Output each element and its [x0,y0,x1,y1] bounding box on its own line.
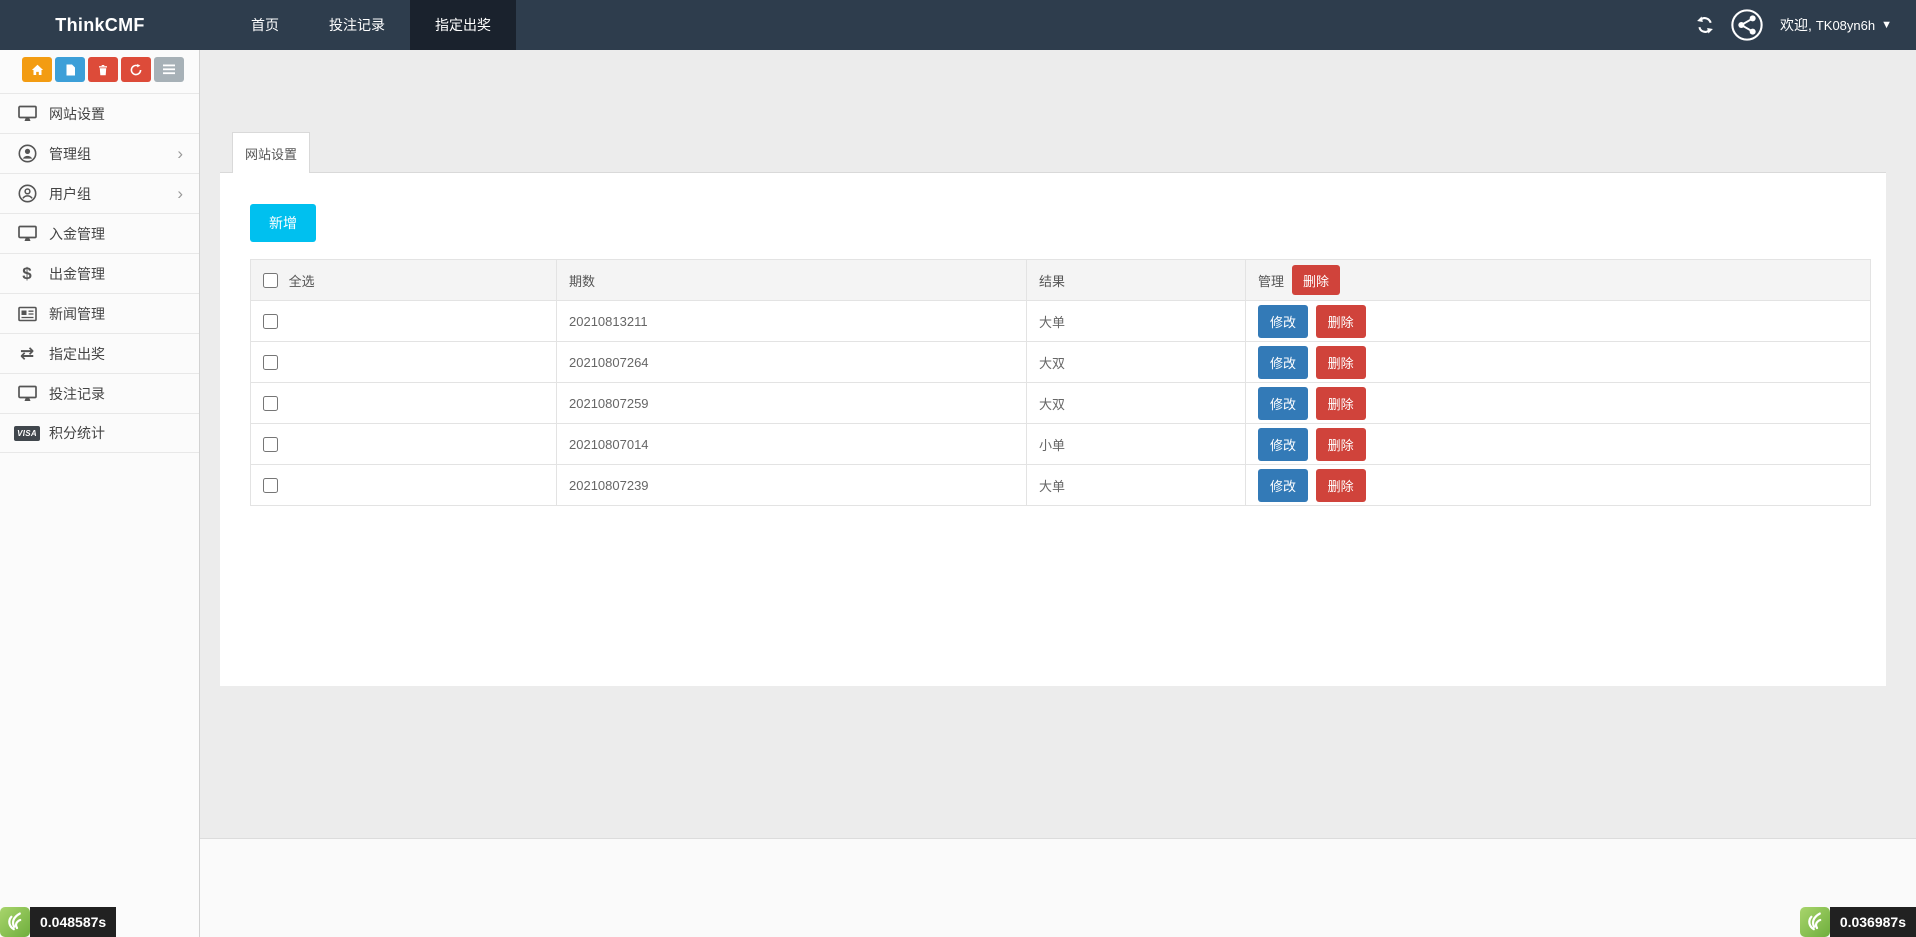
top-nav: 首页 投注记录 指定出奖 [226,0,516,50]
result-header: 结果 [1027,260,1246,301]
edit-button[interactable]: 修改 [1258,428,1308,461]
monitor-icon [16,385,38,402]
trash-button[interactable] [88,57,118,82]
top-navbar: ThinkCMF 首页 投注记录 指定出奖 欢迎, [0,0,1916,50]
thinkphp-logo-icon [0,907,30,937]
edit-button[interactable]: 修改 [1258,346,1308,379]
visa-icon: VISA [16,426,38,441]
sidebar-toolbar [22,57,199,82]
thinkphp-logo-icon [1800,907,1830,937]
table-row: 20210807259 大双 修改 删除 [251,383,1871,424]
results-table: 全选 期数 结果 管理 删除 20210813211 大单 [250,259,1871,506]
period-cell: 20210807014 [557,424,1027,465]
sidebar-item-bet-records[interactable]: 投注记录 [0,373,199,413]
avatar-icon[interactable] [1730,8,1764,42]
dollar-icon: $ [16,264,38,284]
user-group-icon [16,184,38,203]
edit-button[interactable]: 修改 [1258,387,1308,420]
bulk-delete-button[interactable]: 删除 [1292,265,1340,295]
sidebar-menu: 网站设置 管理组 › 用户组 › 入金管理 $ 出金管理 [0,93,199,453]
result-cell: 小单 [1027,424,1246,465]
welcome-text: 欢迎, [1780,15,1812,35]
sidebar-item-points-statistics[interactable]: VISA 积分统计 [0,413,199,453]
nav-item-assign-lottery[interactable]: 指定出奖 [410,0,516,50]
username: TK08yn6h [1816,18,1875,33]
sidebar-item-admin-group[interactable]: 管理组 › [0,133,199,173]
nav-item-home[interactable]: 首页 [226,0,304,50]
load-time-value: 0.036987s [1830,907,1916,937]
content-panel: 新增 全选 期数 结果 管理 删除 [220,172,1886,686]
footer [200,838,1916,937]
page-load-time-left: 0.048587s [0,907,116,937]
row-checkbox[interactable] [263,437,278,452]
admin-group-icon [16,144,38,163]
user-menu[interactable]: 欢迎, TK08yn6h ▼ [1780,15,1892,35]
recycle-button[interactable] [121,57,151,82]
manage-header-label: 管理 [1258,271,1284,290]
list-icon [163,64,175,75]
period-cell: 20210807264 [557,342,1027,383]
recycle-icon [130,64,142,76]
home-button[interactable] [22,57,52,82]
edit-button[interactable]: 修改 [1258,305,1308,338]
delete-button[interactable]: 删除 [1316,469,1366,502]
delete-button[interactable]: 删除 [1316,305,1366,338]
caret-down-icon: ▼ [1881,19,1892,31]
sidebar-item-assign-lottery[interactable]: ⇄ 指定出奖 [0,333,199,373]
row-checkbox[interactable] [263,396,278,411]
period-cell: 20210807239 [557,465,1027,506]
table-header-row: 全选 期数 结果 管理 删除 [251,260,1871,301]
content-area: 网站设置 新增 全选 期数 结果 管理 删除 [200,50,1916,838]
newspaper-icon [16,306,38,322]
table-row: 20210807239 大单 修改 删除 [251,465,1871,506]
refresh-icon[interactable] [1696,16,1714,34]
list-button[interactable] [154,57,184,82]
exchange-icon: ⇄ [16,344,38,364]
monitor-icon [16,105,38,122]
result-cell: 大双 [1027,383,1246,424]
sidebar-item-withdrawal-management[interactable]: $ 出金管理 [0,253,199,293]
table-row: 20210813211 大单 修改 删除 [251,301,1871,342]
page-load-time-right: 0.036987s [1800,907,1916,937]
chevron-right-icon: › [177,185,183,202]
delete-button[interactable]: 删除 [1316,387,1366,420]
result-cell: 大单 [1027,301,1246,342]
tab-site-settings[interactable]: 网站设置 [232,132,310,173]
row-checkbox[interactable] [263,478,278,493]
file-button[interactable] [55,57,85,82]
nav-item-bet-records[interactable]: 投注记录 [304,0,410,50]
edit-button[interactable]: 修改 [1258,469,1308,502]
navbar-right: 欢迎, TK08yn6h ▼ [1696,0,1892,50]
add-button[interactable]: 新增 [250,204,316,242]
chevron-right-icon: › [177,145,183,162]
sidebar-item-news-management[interactable]: 新闻管理 [0,293,199,333]
select-all-label: 全选 [289,274,315,289]
sidebar-item-deposit-management[interactable]: 入金管理 [0,213,199,253]
trash-icon [97,64,109,76]
period-cell: 20210813211 [557,301,1027,342]
row-checkbox[interactable] [263,314,278,329]
sidebar: 网站设置 管理组 › 用户组 › 入金管理 $ 出金管理 [0,50,200,937]
file-icon [65,64,76,76]
sidebar-item-user-group[interactable]: 用户组 › [0,173,199,213]
row-checkbox[interactable] [263,355,278,370]
home-icon [31,64,44,76]
period-header: 期数 [557,260,1027,301]
app-brand[interactable]: ThinkCMF [0,0,200,50]
monitor-icon [16,225,38,242]
manage-header: 管理 删除 [1246,260,1871,301]
result-cell: 大单 [1027,465,1246,506]
delete-button[interactable]: 删除 [1316,428,1366,461]
period-cell: 20210807259 [557,383,1027,424]
delete-button[interactable]: 删除 [1316,346,1366,379]
table-row: 20210807264 大双 修改 删除 [251,342,1871,383]
result-cell: 大双 [1027,342,1246,383]
select-all-header: 全选 [251,260,557,301]
select-all-checkbox[interactable] [263,273,278,288]
load-time-value: 0.048587s [30,907,116,937]
sidebar-item-site-settings[interactable]: 网站设置 [0,93,199,133]
table-row: 20210807014 小单 修改 删除 [251,424,1871,465]
